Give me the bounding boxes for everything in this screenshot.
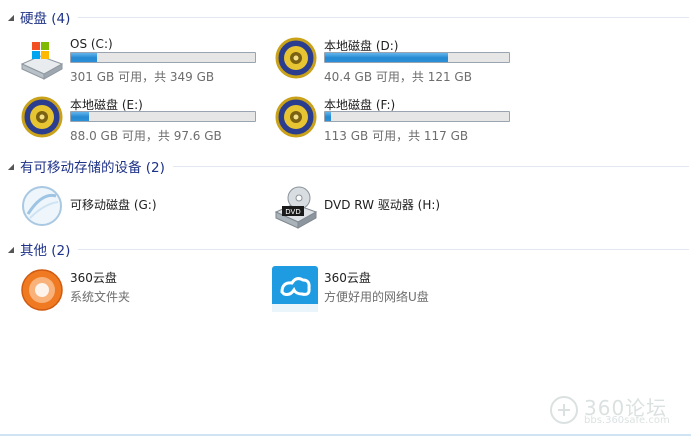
drive-usage-bar xyxy=(70,111,256,122)
group-title: 有可移动存储的设备 (2) xyxy=(20,160,165,176)
drive-usage-text: 301 GB 可用，共 349 GB xyxy=(70,70,215,84)
drive-item-f[interactable]: 本地磁盘 (F:) 113 GB 可用，共 117 GB xyxy=(272,93,522,145)
drive-usage-fill xyxy=(325,112,331,121)
forum-watermark: 360论坛 bbs.360safe.com xyxy=(548,394,683,428)
drive-usage-fill xyxy=(71,53,97,62)
collapse-chevron-icon[interactable]: ◢ xyxy=(4,245,18,254)
windows-drive-icon xyxy=(18,34,66,82)
group-divider xyxy=(78,16,689,18)
local-disk-icon xyxy=(272,34,320,82)
drive-name: DVD RW 驱动器 (H:) xyxy=(324,198,441,212)
watermark-url: bbs.360safe.com xyxy=(584,415,670,426)
item-description: 方便好用的网络U盘 xyxy=(324,290,429,304)
drive-usage-bar xyxy=(324,111,510,122)
group-header-other[interactable]: ◢ 其他 (2) xyxy=(0,239,691,259)
drive-usage-bar xyxy=(70,52,256,63)
group-divider xyxy=(78,248,689,250)
local-disk-icon xyxy=(272,93,320,141)
drive-item-c[interactable]: OS (C:) 301 GB 可用，共 349 GB xyxy=(18,34,268,86)
drive-usage-bar xyxy=(324,52,510,63)
drive-usage-text: 113 GB 可用，共 117 GB xyxy=(324,129,469,143)
cloud-item-360-system[interactable]: 360云盘 系统文件夹 xyxy=(18,266,268,318)
360-cloud-blue-icon xyxy=(272,266,320,314)
drive-item-g[interactable]: 可移动磁盘 (G:) xyxy=(18,182,268,234)
collapse-chevron-icon[interactable]: ◢ xyxy=(4,13,18,22)
group-divider xyxy=(172,165,689,167)
group-title: 硬盘 (4) xyxy=(20,11,71,27)
drive-item-e[interactable]: 本地磁盘 (E:) 88.0 GB 可用，共 97.6 GB xyxy=(18,93,268,145)
item-name: 360云盘 xyxy=(324,271,371,285)
drive-item-d[interactable]: 本地磁盘 (D:) 40.4 GB 可用，共 121 GB xyxy=(272,34,522,86)
cloud-item-360-drive[interactable]: 360云盘 方便好用的网络U盘 xyxy=(272,266,522,318)
drive-usage-text: 88.0 GB 可用，共 97.6 GB xyxy=(70,129,222,143)
item-name: 360云盘 xyxy=(70,271,117,285)
watermark-logo-icon xyxy=(550,396,578,424)
drive-usage-fill xyxy=(71,112,90,121)
group-title: 其他 (2) xyxy=(20,243,71,259)
dvd-drive-icon: DVD xyxy=(272,182,320,230)
group-header-hard-disks[interactable]: ◢ 硬盘 (4) xyxy=(0,7,691,27)
drive-name: 可移动磁盘 (G:) xyxy=(70,198,157,212)
removable-disk-icon xyxy=(18,182,66,230)
drive-usage-text: 40.4 GB 可用，共 121 GB xyxy=(324,70,472,84)
item-description: 系统文件夹 xyxy=(70,290,131,304)
local-disk-icon xyxy=(18,93,66,141)
collapse-chevron-icon[interactable]: ◢ xyxy=(4,162,18,171)
drive-item-h[interactable]: DVD DVD RW 驱动器 (H:) xyxy=(272,182,522,234)
360-cloud-orange-icon xyxy=(18,266,66,314)
svg-text:DVD: DVD xyxy=(285,208,300,216)
group-header-removable[interactable]: ◢ 有可移动存储的设备 (2) xyxy=(0,156,691,176)
drive-name: OS (C:) xyxy=(70,37,113,51)
drive-usage-fill xyxy=(325,53,449,62)
